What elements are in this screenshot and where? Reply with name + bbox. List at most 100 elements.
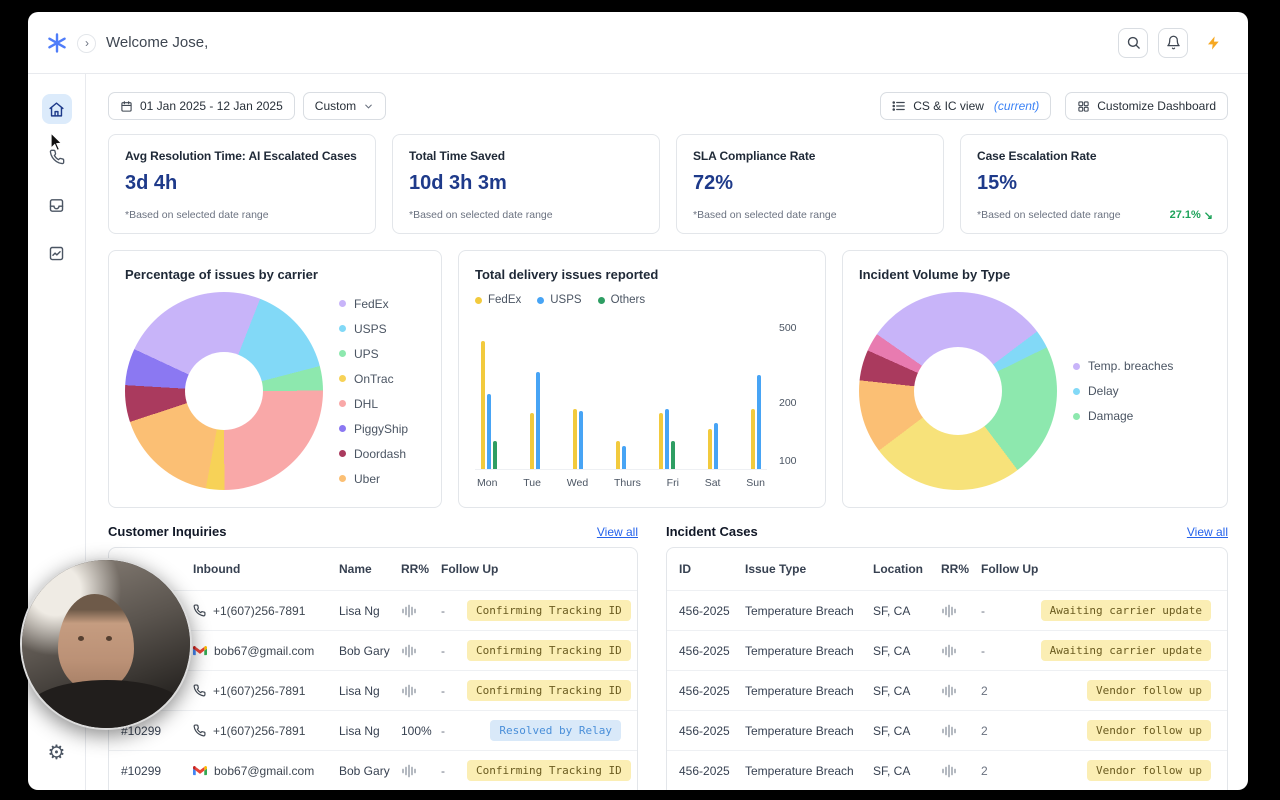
cell-issue-type: Temperature Breach xyxy=(745,643,854,658)
sidebar-item-settings[interactable]: ⚙ xyxy=(42,738,72,768)
date-preset-value: Custom xyxy=(314,99,357,113)
legend-dot xyxy=(1073,362,1080,370)
delivery-issues-chart-card: Total delivery issues reported FedEx USP… xyxy=(458,250,826,508)
waveform-icon xyxy=(941,604,981,618)
cell-id: 456-2025 xyxy=(679,723,730,738)
status-badge: Resolved by Relay xyxy=(490,720,621,741)
bar-fedex-wed xyxy=(573,408,577,469)
date-range-picker[interactable]: 01 Jan 2025 - 12 Jan 2025 xyxy=(108,92,295,120)
cell-rr-value: - xyxy=(441,763,445,778)
cell-location: SF, CA xyxy=(873,763,911,778)
webcam-overlay[interactable] xyxy=(20,558,192,730)
x-tick-label: Sat xyxy=(704,477,721,489)
cell-inbound: +1(607)256-7891 xyxy=(193,724,339,738)
cell-rr-value: 2 xyxy=(981,723,988,738)
waveform-icon xyxy=(941,764,981,778)
date-range-value: 01 Jan 2025 - 12 Jan 2025 xyxy=(140,99,283,113)
chart-title: Total delivery issues reported xyxy=(475,267,659,282)
sidebar-item-home[interactable] xyxy=(41,94,72,124)
bar-group-sat xyxy=(708,423,718,469)
status-badge: Vendor follow up xyxy=(1087,760,1211,781)
customize-dashboard-button[interactable]: Customize Dashboard xyxy=(1065,92,1228,120)
legend-dot xyxy=(1073,412,1080,420)
kpi-title: Case Escalation Rate xyxy=(977,149,1097,163)
bar-others-fri xyxy=(671,441,675,469)
legend-item: USPS xyxy=(339,322,408,336)
x-tick-label: Thurs xyxy=(614,477,641,489)
x-tick-label: Fri xyxy=(666,477,679,489)
customer-inquiry-row[interactable]: #10299 bob67@gmail.com Bob Gary - Confirming… xyxy=(109,750,637,790)
sidebar-item-inbox[interactable] xyxy=(42,190,72,220)
bar-usps-sun xyxy=(757,374,761,469)
cell-rr-value: - xyxy=(441,603,445,618)
bar-fedex-sat xyxy=(708,428,712,469)
view-all-incident-cases-link[interactable]: View all xyxy=(1187,525,1228,539)
carrier-donut-chart xyxy=(125,292,323,490)
column-header: Name xyxy=(339,562,372,576)
tables-row: Customer Inquiries View all ID Inbound N… xyxy=(108,524,1228,790)
cell-rr-value: 2 xyxy=(981,683,988,698)
cell-issue-type: Temperature Breach xyxy=(745,603,854,618)
chart-title: Incident Volume by Type xyxy=(859,267,1011,282)
column-header: RR% xyxy=(941,562,970,576)
waveform-icon xyxy=(941,684,981,698)
legend-dot xyxy=(339,350,346,357)
column-header: ID xyxy=(679,562,691,576)
legend-dot xyxy=(339,475,346,482)
incident-case-row[interactable]: 456-2025 Temperature Breach SF, CA 2 Vendor … xyxy=(667,710,1227,750)
topbar-actions xyxy=(1118,27,1248,58)
legend-item: FedEx xyxy=(475,294,521,306)
grid-icon xyxy=(1078,100,1089,112)
kpi-trend-value: 27.1% xyxy=(1169,209,1201,221)
incident-case-row[interactable]: 456-2025 Temperature Breach SF, CA - Awaitin… xyxy=(667,630,1227,670)
x-axis: Mon Tue Wed Thurs Fri Sat Sun xyxy=(475,470,767,489)
list-icon xyxy=(892,101,906,111)
incident-case-row[interactable]: 456-2025 Temperature Breach SF, CA 2 Vendor … xyxy=(667,670,1227,710)
kpi-card-time-saved: Total Time Saved 10d 3h 3m *Based on sel… xyxy=(392,134,660,234)
search-button[interactable] xyxy=(1118,27,1148,58)
welcome-text: Welcome Jose, xyxy=(106,34,209,51)
asterisk-logo-icon xyxy=(48,32,66,53)
legend-item: OnTrac xyxy=(339,372,408,386)
bar-fedex-mon xyxy=(481,341,485,469)
sidebar-item-analytics[interactable] xyxy=(42,238,72,268)
notifications-button[interactable] xyxy=(1158,27,1188,58)
search-icon xyxy=(1127,36,1140,49)
cell-rr-value: - xyxy=(981,603,985,618)
cell-rr-value: - xyxy=(981,643,985,658)
power-ups-button[interactable] xyxy=(1206,34,1222,52)
cell-rr-value: - xyxy=(441,723,445,738)
legend-dot xyxy=(475,296,482,304)
bar-group-sun xyxy=(751,374,761,469)
legend-item: Delay xyxy=(1073,384,1173,398)
incident-case-row[interactable]: 456-2025 Temperature Breach SF, CA - Awaitin… xyxy=(667,590,1227,630)
bar-fedex-sun xyxy=(751,408,755,469)
view-all-customer-inquiries-link[interactable]: View all xyxy=(597,525,638,539)
dashboard-toolbar: 01 Jan 2025 - 12 Jan 2025 Custom CS & IC… xyxy=(108,92,1228,120)
app-window: › Welcome Jose, ⚙ 01 Jan 2025 - 12 Jan 2… xyxy=(28,12,1248,790)
status-badge: Vendor follow up xyxy=(1087,720,1211,741)
bar-group-wed xyxy=(573,408,583,469)
kpi-value: 72% xyxy=(693,172,734,194)
status-badge: Awaiting carrier update xyxy=(1040,640,1211,661)
sidebar-toggle-button[interactable]: › xyxy=(77,34,96,53)
legend-item: DHL xyxy=(339,397,408,411)
mouse-cursor xyxy=(50,132,63,152)
cell-name: Lisa Ng xyxy=(339,683,380,698)
x-tick-label: Mon xyxy=(477,477,498,489)
kpi-row: Avg Resolution Time: AI Escalated Cases … xyxy=(108,134,1228,234)
kpi-value: 10d 3h 3m xyxy=(409,172,507,194)
incident-cases-table: ID Issue Type Location RR% Follow Up 456… xyxy=(666,547,1228,790)
legend-dot xyxy=(339,400,346,407)
main-content: 01 Jan 2025 - 12 Jan 2025 Custom CS & IC… xyxy=(86,74,1248,790)
column-header: Location xyxy=(873,562,923,576)
bar-others-mon xyxy=(493,441,497,469)
bar-fedex-thurs xyxy=(616,441,620,469)
date-preset-dropdown[interactable]: Custom xyxy=(302,92,387,120)
legend-item: Others xyxy=(597,294,645,306)
bar-usps-thurs xyxy=(622,445,626,469)
incident-case-row[interactable]: 456-2025 Temperature Breach SF, CA 2 Vendor … xyxy=(667,750,1227,790)
legend-dot xyxy=(339,325,346,332)
view-selector-button[interactable]: CS & IC view (current) xyxy=(880,92,1052,120)
y-tick-label: 200 xyxy=(779,397,797,410)
